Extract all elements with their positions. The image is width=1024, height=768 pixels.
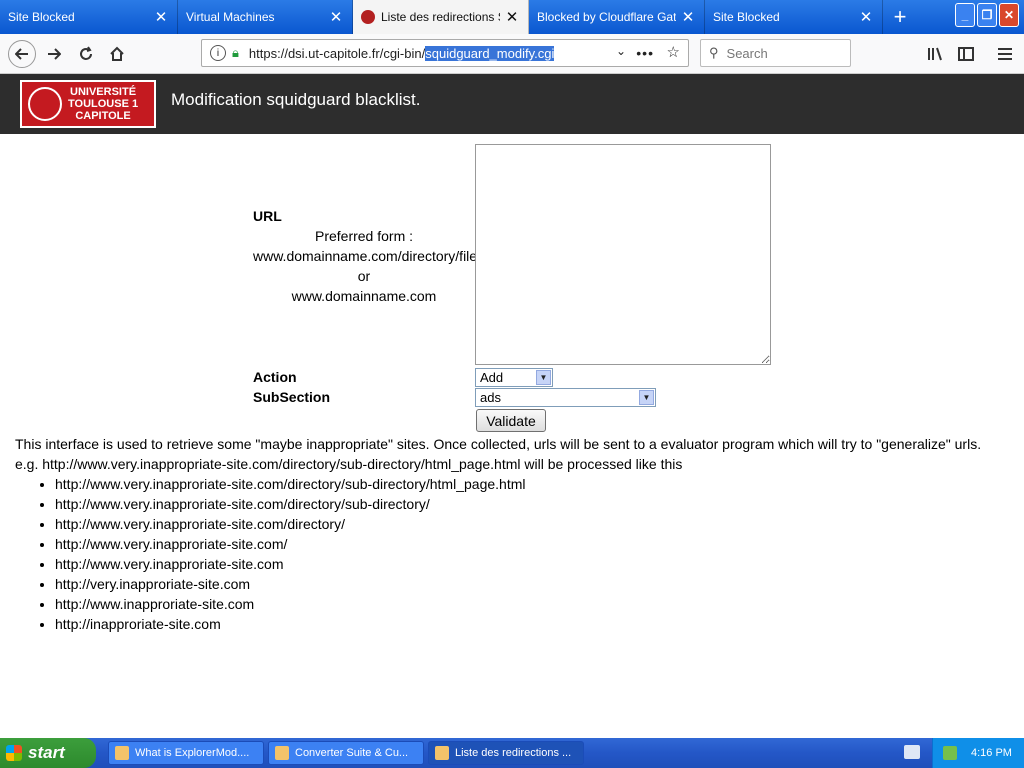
hint-line-4: www.domainname.com	[291, 288, 437, 304]
bookmark-star-icon[interactable]: ☆	[667, 43, 680, 61]
tab-site-blocked-2[interactable]: Site Blocked ✕	[705, 0, 883, 34]
url-label: URL	[253, 208, 282, 224]
clock: 4:16 PM	[971, 747, 1012, 759]
tab-blocked-by-cloudflare[interactable]: Blocked by Cloudflare Gatew... ✕	[529, 0, 705, 34]
new-tab-icon[interactable]: +	[888, 0, 912, 34]
network-icon[interactable]	[943, 746, 957, 760]
tab-title: Site Blocked	[8, 10, 75, 24]
close-icon[interactable]: ✕	[504, 8, 520, 26]
preferred-form-hint: Preferred form : www.domainname.com/dire…	[253, 226, 478, 306]
tab-strip: Site Blocked ✕ Virtual Machines ✕ Liste …	[0, 0, 1024, 34]
logo-text: UNIVERSITÉ TOULOUSE 1 CAPITOLE	[68, 86, 138, 122]
app-icon	[275, 746, 289, 760]
tab-virtual-machines[interactable]: Virtual Machines ✕	[178, 0, 353, 34]
action-selected-value: Add	[480, 370, 504, 385]
restore-icon[interactable]: ❐	[977, 3, 997, 27]
windows-taskbar: start What is ExplorerMod.... Converter …	[0, 738, 1024, 768]
description-line-2: e.g. http://www.very.inappropriate-site.…	[15, 456, 683, 472]
page-actions-icon[interactable]: •••	[636, 45, 654, 61]
app-icon	[435, 746, 449, 760]
subsection-label: SubSection	[253, 389, 331, 405]
list-item: http://www.very.inapproriate-site.com/	[55, 534, 525, 554]
window-close-icon[interactable]: ✕	[999, 3, 1019, 27]
close-icon[interactable]: ✕	[858, 8, 874, 26]
logo-line-1: UNIVERSITÉ	[70, 86, 137, 98]
chevron-down-icon[interactable]: ▼	[536, 370, 551, 385]
tab-title: Virtual Machines	[186, 10, 275, 24]
windows-logo-icon	[6, 745, 22, 761]
chevron-down-icon[interactable]: ▼	[639, 390, 654, 405]
search-icon: ⚲	[709, 45, 719, 60]
sidebar-icon[interactable]	[954, 42, 978, 66]
page-title: Modification squidguard blacklist.	[171, 90, 421, 109]
list-item: http://inapproriate-site.com	[55, 614, 525, 634]
task-title: Converter Suite & Cu...	[295, 747, 409, 759]
university-seal-icon	[28, 87, 62, 121]
search-field[interactable]: ⚲ Search	[700, 39, 851, 67]
chevron-down-icon[interactable]: ⌄	[616, 44, 626, 58]
list-item: http://www.very.inapproriate-site.com/di…	[55, 474, 525, 494]
tab-site-blocked-1[interactable]: Site Blocked ✕	[0, 0, 178, 34]
navigation-bar: i 🔒︎ https://dsi.ut-capitole.fr/cgi-bin/…	[0, 34, 1024, 74]
url-selected-text: squidguard_modify.cgi	[425, 45, 555, 61]
keyboard-icon[interactable]	[904, 745, 920, 759]
search-placeholder: Search	[726, 45, 768, 61]
close-icon[interactable]: ✕	[153, 8, 169, 26]
hint-line-1: Preferred form :	[314, 228, 414, 244]
taskbar-item-liste-des-redirections[interactable]: Liste des redirections ...	[428, 741, 584, 765]
description-line-1: This interface is used to retrieve some …	[15, 436, 982, 452]
url-prefix: https://dsi.ut-capitole.fr/cgi-bin/	[248, 45, 426, 61]
info-icon[interactable]: i	[210, 45, 226, 61]
list-item: http://www.very.inapproriate-site.com	[55, 554, 525, 574]
list-item: http://www.very.inapproriate-site.com/di…	[55, 494, 525, 514]
list-item: http://very.inapproriate-site.com	[55, 574, 525, 594]
close-icon[interactable]: ✕	[680, 8, 696, 26]
library-icon[interactable]	[923, 42, 947, 66]
address-bar[interactable]: i 🔒︎ https://dsi.ut-capitole.fr/cgi-bin/…	[201, 39, 689, 67]
list-item: http://www.very.inapproriate-site.com/di…	[55, 514, 525, 534]
tab-liste-des-redirections[interactable]: Liste des redirections SI... ✕	[353, 0, 529, 34]
taskbar-item-converter-suite[interactable]: Converter Suite & Cu...	[268, 741, 424, 765]
start-label: start	[28, 743, 65, 762]
example-url-list: http://www.very.inapproriate-site.com/di…	[15, 474, 525, 634]
hint-line-2: www.domainname.com/directory/file	[253, 248, 478, 264]
logo-line-2: TOULOUSE 1	[68, 98, 139, 110]
tab-title: Liste des redirections SI...	[381, 10, 500, 24]
system-tray: 4:16 PM	[932, 738, 1024, 768]
start-button[interactable]: start	[0, 738, 96, 768]
taskbar-item-explorermod[interactable]: What is ExplorerMod....	[108, 741, 264, 765]
hint-line-3: or	[357, 268, 371, 284]
validate-button[interactable]: Validate	[476, 409, 546, 432]
subsection-select[interactable]: ads ▼	[475, 388, 656, 407]
back-icon[interactable]	[8, 40, 36, 68]
logo-line-3: CAPITOLE	[75, 110, 131, 122]
subsection-selected-value: ads	[480, 390, 501, 405]
minimize-icon[interactable]: _	[955, 3, 975, 27]
lock-icon: 🔒︎	[232, 45, 239, 60]
close-icon[interactable]: ✕	[328, 8, 344, 26]
action-label: Action	[253, 369, 297, 385]
menu-icon[interactable]	[993, 42, 1017, 66]
tab-title: Site Blocked	[713, 10, 780, 24]
description-text: This interface is used to retrieve some …	[15, 434, 1015, 474]
app-icon	[115, 746, 129, 760]
url-textarea[interactable]	[475, 144, 771, 365]
list-item: http://www.inapproriate-site.com	[55, 594, 525, 614]
task-title: What is ExplorerMod....	[135, 747, 250, 759]
reload-icon[interactable]	[74, 42, 98, 66]
task-title: Liste des redirections ...	[455, 747, 572, 759]
site-favicon-icon	[361, 10, 375, 24]
page-header: UNIVERSITÉ TOULOUSE 1 CAPITOLE Modificat…	[0, 74, 1024, 134]
home-icon[interactable]	[105, 42, 129, 66]
forward-icon[interactable]	[42, 42, 66, 66]
tab-title: Blocked by Cloudflare Gatew...	[537, 10, 676, 24]
action-select[interactable]: Add ▼	[475, 368, 553, 387]
university-logo: UNIVERSITÉ TOULOUSE 1 CAPITOLE	[20, 80, 156, 128]
